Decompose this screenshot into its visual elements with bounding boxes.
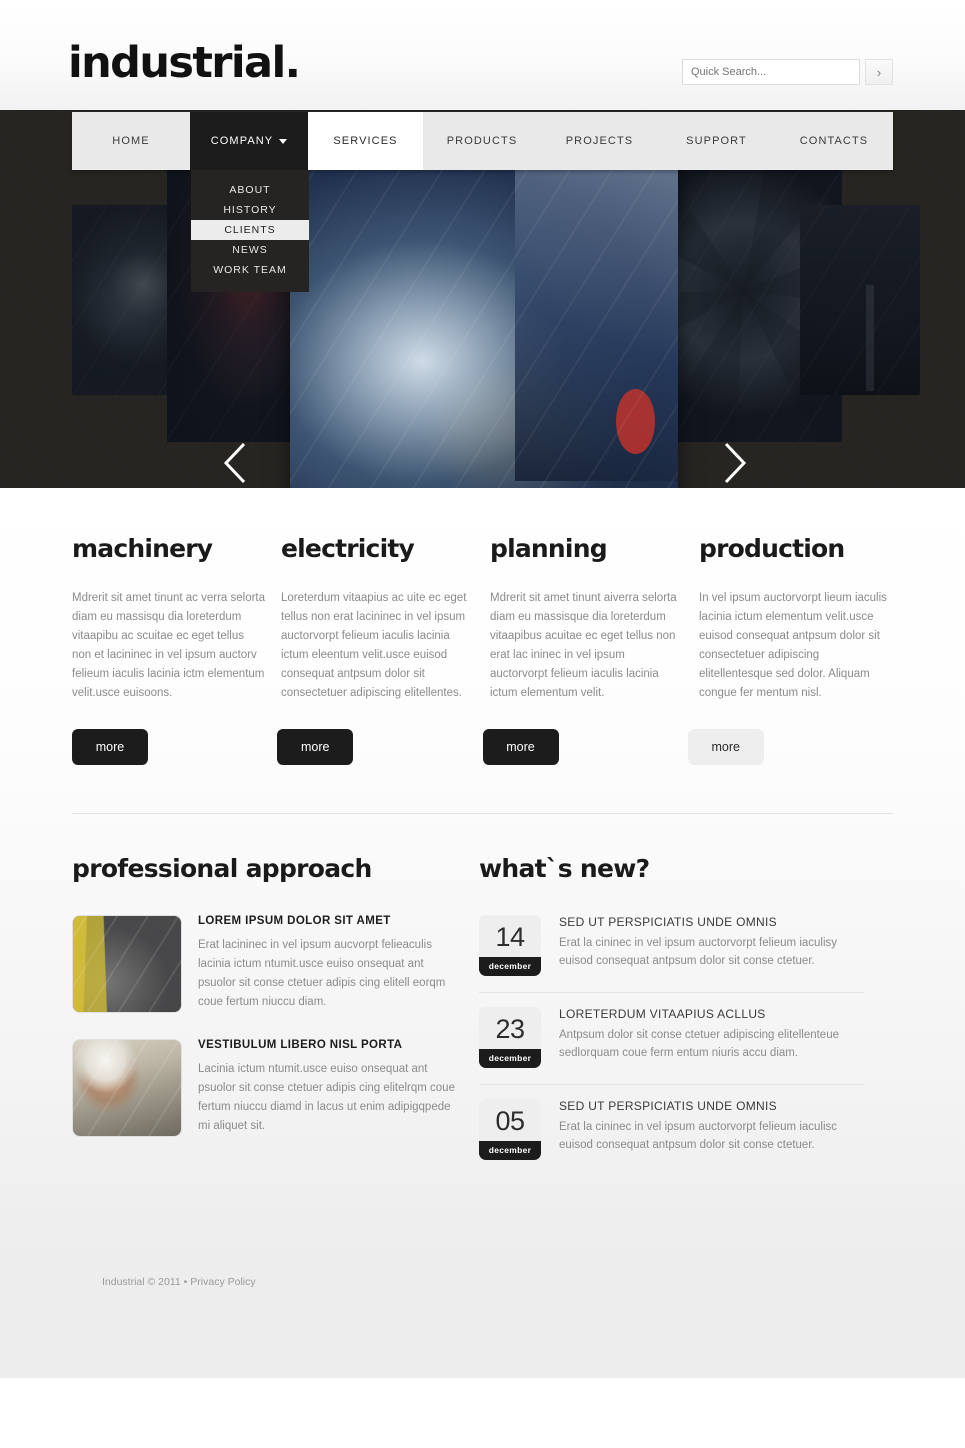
nav-label: CONTACTS — [799, 135, 869, 147]
news-item[interactable]: 23 december LORETERDUM VITAAPIUS ACLLUS … — [479, 1007, 864, 1085]
more-cell-planning: more — [482, 729, 672, 765]
news-date-badge: 05 december — [479, 1099, 541, 1160]
site-footer: Industrial © 2011 • Privacy Policy — [0, 1258, 965, 1378]
service-column-electricity: electricity Loreterdum vitaapius ac uite… — [281, 534, 474, 703]
nav-item-projects[interactable]: PROJECTS — [541, 112, 658, 170]
site-header: industrial. › — [0, 0, 965, 110]
service-text: Loreterdum vitaapius ac uite ec eget tel… — [281, 592, 467, 699]
nav-item-services[interactable]: SERVICES — [308, 112, 423, 170]
more-cell-production: more — [687, 729, 877, 765]
professional-approach-heading: professional approach — [72, 854, 372, 883]
more-button-production[interactable]: more — [687, 729, 764, 765]
carousel-slide-refinery-plant[interactable] — [800, 205, 920, 395]
nav-item-company[interactable]: COMPANY — [190, 112, 308, 170]
nav-item-contacts[interactable]: CONTACTS — [775, 112, 893, 170]
page-root: industrial. › HOME COMPANY SERVICES PROD… — [0, 0, 965, 1448]
lower-section: professional approach LOREM IPSUM DOLOR … — [72, 814, 893, 1190]
service-title: planning — [490, 534, 608, 563]
dropdown-item-about[interactable]: ABOUT — [191, 180, 309, 200]
service-column-production: production In vel ipsum auctorvorpt lieu… — [699, 534, 892, 703]
more-cell-machinery: more — [72, 729, 261, 765]
dropdown-item-history[interactable]: HISTORY — [191, 200, 309, 220]
news-date-badge: 23 december — [479, 1007, 541, 1068]
nav-item-products[interactable]: PRODUCTS — [423, 112, 541, 170]
carousel-slide-lathe-machining[interactable] — [290, 150, 678, 488]
news-date-day: 23 — [495, 1014, 525, 1044]
news-text: Erat la cininec in vel ipsum auctorvorpt… — [559, 1121, 838, 1151]
whats-new-heading: what`s new? — [479, 854, 650, 883]
service-title: production — [699, 534, 845, 563]
watermark-overlay — [73, 1040, 181, 1136]
news-date-day: 14 — [495, 922, 525, 952]
news-body: LORETERDUM VITAAPIUS ACLLUS Antpsum dolo… — [559, 1007, 864, 1068]
service-column-planning: planning Mdrerit sit amet tinunt aiverra… — [490, 534, 683, 703]
approach-thumbnail-pipes[interactable] — [72, 915, 182, 1013]
approach-item[interactable]: LOREM IPSUM DOLOR SIT AMET Erat lacinine… — [72, 915, 455, 1013]
slide-dim-overlay — [800, 205, 920, 395]
news-title[interactable]: LORETERDUM VITAAPIUS ACLLUS — [559, 1007, 864, 1021]
footer-copyright[interactable]: Industrial © 2011 • Privacy Policy — [102, 1276, 256, 1288]
nav-label: PROJECTS — [565, 135, 634, 147]
company-dropdown-menu: ABOUT HISTORY CLIENTS NEWS WORK TEAM — [191, 170, 309, 292]
carousel-prev-icon[interactable] — [218, 440, 252, 486]
service-text: In vel ipsum auctorvorpt lieum iaculis l… — [699, 592, 887, 699]
news-date-month: december — [479, 1049, 541, 1068]
service-title: electricity — [281, 534, 415, 563]
more-button-electricity[interactable]: more — [277, 729, 354, 765]
content-container: machinery Mdrerit sit amet tinunt ac ver… — [72, 488, 893, 1190]
nav-label: HOME — [112, 135, 150, 147]
search-input[interactable] — [682, 59, 860, 85]
nav-label: PRODUCTS — [446, 135, 518, 147]
dropdown-item-work-team[interactable]: WORK TEAM — [191, 260, 309, 280]
nav-label: SUPPORT — [686, 135, 747, 147]
approach-body: VESTIBULUM LIBERO NISL PORTA Lacinia ict… — [198, 1039, 455, 1137]
news-date-badge: 14 december — [479, 915, 541, 976]
news-body: SED UT PERSPICIATIS UNDE OMNIS Erat la c… — [559, 1099, 864, 1160]
professional-approach-block: professional approach LOREM IPSUM DOLOR … — [72, 854, 455, 1190]
news-title[interactable]: SED UT PERSPICIATIS UNDE OMNIS — [559, 1099, 864, 1113]
news-date-month: december — [479, 1141, 541, 1160]
services-columns: machinery Mdrerit sit amet tinunt ac ver… — [72, 488, 893, 703]
news-date-day: 05 — [495, 1106, 525, 1136]
news-text: Antpsum dolor sit conse ctetuer adipisci… — [559, 1029, 839, 1059]
news-body: SED UT PERSPICIATIS UNDE OMNIS Erat la c… — [559, 915, 864, 976]
nav-item-support[interactable]: SUPPORT — [658, 112, 775, 170]
quick-search: › — [682, 59, 893, 85]
nav-label: SERVICES — [333, 135, 398, 147]
news-item[interactable]: 14 december SED UT PERSPICIATIS UNDE OMN… — [479, 915, 864, 993]
approach-thumbnail-worker[interactable] — [72, 1039, 182, 1137]
more-button-planning[interactable]: more — [482, 729, 559, 765]
whats-new-block: what`s new? 14 december SED UT PERSPICIA… — [479, 854, 864, 1190]
approach-text: Lacinia ictum ntumit.usce euiso onsequat… — [198, 1063, 455, 1132]
news-item[interactable]: 05 december SED UT PERSPICIATIS UNDE OMN… — [479, 1099, 864, 1176]
slide-image — [290, 150, 678, 488]
approach-text: Erat lacininec in vel ipsum aucvorpt fel… — [198, 939, 446, 1008]
news-date-month: december — [479, 957, 541, 976]
more-cell-electricity: more — [277, 729, 466, 765]
watermark-overlay — [73, 916, 181, 1012]
dropdown-item-news[interactable]: NEWS — [191, 240, 309, 260]
chevron-down-icon — [279, 138, 288, 144]
service-column-machinery: machinery Mdrerit sit amet tinunt ac ver… — [72, 534, 265, 703]
service-text: Mdrerit sit amet tinunt aiverra selorta … — [490, 592, 677, 699]
service-title: machinery — [72, 534, 213, 563]
approach-title[interactable]: VESTIBULUM LIBERO NISL PORTA — [198, 1039, 455, 1051]
more-button-machinery[interactable]: more — [72, 729, 148, 765]
carousel-next-icon[interactable] — [718, 440, 752, 486]
site-logo[interactable]: industrial. — [68, 38, 301, 88]
nav-item-home[interactable]: HOME — [72, 112, 190, 170]
services-more-buttons: more more more more — [72, 703, 893, 765]
approach-body: LOREM IPSUM DOLOR SIT AMET Erat lacinine… — [198, 915, 455, 1013]
service-text: Mdrerit sit amet tinunt ac verra selorta… — [72, 592, 266, 699]
approach-item[interactable]: VESTIBULUM LIBERO NISL PORTA Lacinia ict… — [72, 1039, 455, 1137]
main-navigation: HOME COMPANY SERVICES PRODUCTS PROJECTS … — [72, 112, 893, 170]
search-submit-icon[interactable]: › — [865, 59, 893, 85]
news-title[interactable]: SED UT PERSPICIATIS UNDE OMNIS — [559, 915, 864, 929]
nav-label: COMPANY — [210, 135, 274, 147]
dropdown-item-clients[interactable]: CLIENTS — [191, 220, 309, 240]
news-text: Erat la cininec in vel ipsum auctorvorpt… — [559, 937, 838, 967]
approach-title[interactable]: LOREM IPSUM DOLOR SIT AMET — [198, 915, 455, 927]
main-content: machinery Mdrerit sit amet tinunt ac ver… — [0, 488, 965, 1258]
